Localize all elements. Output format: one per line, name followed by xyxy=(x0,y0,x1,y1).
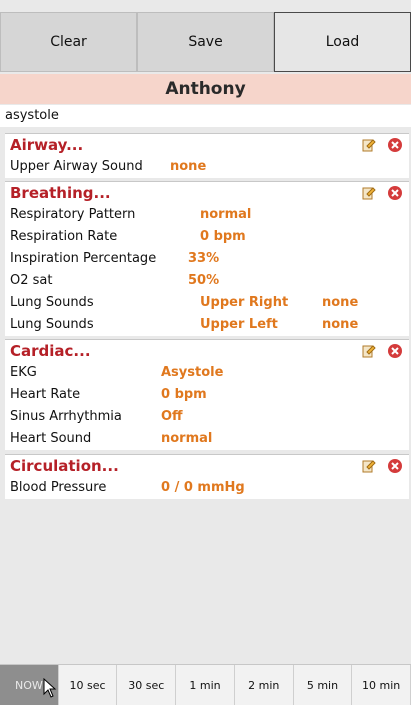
tab-label: NOW xyxy=(14,678,43,692)
airway-title-text: Airway... xyxy=(10,136,84,154)
tab-10-sec[interactable]: 10 sec xyxy=(58,665,118,705)
row-value[interactable]: 0 / 0 mmHg xyxy=(161,477,245,499)
breathing-row: Lung Sounds Upper Left none xyxy=(5,314,409,336)
airway-row: Upper Airway Sound none xyxy=(5,156,409,178)
tab-5-min[interactable]: 5 min xyxy=(293,665,353,705)
top-strip xyxy=(0,0,411,12)
delete-icon[interactable] xyxy=(387,343,403,359)
airway-title[interactable]: Airway... xyxy=(5,134,409,156)
tab-2-min[interactable]: 2 min xyxy=(234,665,294,705)
cardiac-row: Sinus Arrhythmia Off xyxy=(5,406,409,428)
tab-1-min[interactable]: 1 min xyxy=(176,665,235,705)
row-label: O2 sat xyxy=(10,273,53,288)
patient-name: Anthony xyxy=(0,74,411,104)
circulation-row: Blood Pressure 0 / 0 mmHg xyxy=(5,477,409,499)
row-label: EKG xyxy=(10,365,37,380)
row-label: Lung Sounds xyxy=(10,317,94,332)
circulation-title-text: Circulation... xyxy=(10,457,119,475)
edit-icon[interactable] xyxy=(361,343,377,359)
circulation-actions xyxy=(361,458,403,474)
row-value[interactable]: Off xyxy=(161,406,183,428)
delete-icon[interactable] xyxy=(387,137,403,153)
row-value[interactable]: Upper Left xyxy=(200,314,322,336)
cardiac-title-text: Cardiac... xyxy=(10,342,91,360)
tab-30-sec[interactable]: 30 sec xyxy=(117,665,177,705)
cardiac-row: EKG Asystole xyxy=(5,362,409,384)
row-value[interactable]: none xyxy=(170,156,206,178)
airway-actions xyxy=(361,137,403,153)
breathing-section: Breathing... Respiratory Pattern normal … xyxy=(5,181,409,336)
load-button[interactable]: Load xyxy=(274,12,411,72)
row-label: Heart Sound xyxy=(10,431,92,446)
delete-icon[interactable] xyxy=(387,458,403,474)
edit-icon[interactable] xyxy=(361,137,377,153)
breathing-row: Respiration Rate 0 bpm xyxy=(5,226,409,248)
mouse-pointer-icon xyxy=(43,678,57,698)
cardiac-actions xyxy=(361,343,403,359)
row-label: Respiratory Pattern xyxy=(10,207,136,222)
delete-icon[interactable] xyxy=(387,185,403,201)
cardiac-title[interactable]: Cardiac... xyxy=(5,340,409,362)
row-value-2[interactable]: none xyxy=(322,314,358,336)
scenario-field[interactable]: asystole xyxy=(0,105,411,127)
row-label: Respiration Rate xyxy=(10,229,118,244)
row-value[interactable]: 0 bpm xyxy=(200,226,246,248)
tab-10-min[interactable]: 10 min xyxy=(352,665,411,705)
row-label: Upper Airway Sound xyxy=(10,159,143,174)
edit-icon[interactable] xyxy=(361,458,377,474)
airway-section: Airway... Upper Airway Sound none xyxy=(5,133,409,178)
row-label: Heart Rate xyxy=(10,387,81,402)
breathing-row: O2 sat 50% xyxy=(5,270,409,292)
breathing-row: Inspiration Percentage 33% xyxy=(5,248,409,270)
row-value[interactable]: normal xyxy=(200,204,251,226)
breathing-title-text: Breathing... xyxy=(10,184,111,202)
cardiac-section: Cardiac... EKG Asystole Heart Rate 0 bpm… xyxy=(5,339,409,450)
tab-now[interactable]: NOW xyxy=(0,665,59,705)
breathing-row: Respiratory Pattern normal xyxy=(5,204,409,226)
row-value[interactable]: 0 bpm xyxy=(161,384,207,406)
breathing-actions xyxy=(361,185,403,201)
row-value[interactable]: Asystole xyxy=(161,362,223,384)
breathing-row: Lung Sounds Upper Right none xyxy=(5,292,409,314)
cardiac-row: Heart Sound normal xyxy=(5,428,409,450)
row-value[interactable]: normal xyxy=(161,428,212,450)
row-label: Blood Pressure xyxy=(10,480,107,495)
circulation-section: Circulation... Blood Pressure 0 / 0 mmHg xyxy=(5,454,409,499)
breathing-title[interactable]: Breathing... xyxy=(5,182,409,204)
row-label: Sinus Arrhythmia xyxy=(10,409,122,424)
clear-button[interactable]: Clear xyxy=(0,12,137,72)
edit-icon[interactable] xyxy=(361,185,377,201)
row-label: Inspiration Percentage xyxy=(10,251,157,266)
circulation-title[interactable]: Circulation... xyxy=(5,455,409,477)
row-label: Lung Sounds xyxy=(10,295,94,310)
row-value[interactable]: 33% xyxy=(188,248,219,270)
save-button[interactable]: Save xyxy=(137,12,274,72)
row-value[interactable]: 50% xyxy=(188,270,219,292)
row-value-2[interactable]: none xyxy=(322,292,358,314)
cardiac-row: Heart Rate 0 bpm xyxy=(5,384,409,406)
toolbar: Clear Save Load xyxy=(0,12,411,72)
row-value[interactable]: Upper Right xyxy=(200,292,322,314)
time-tabs: NOW 10 sec 30 sec 1 min 2 min 5 min 10 m… xyxy=(0,664,411,705)
